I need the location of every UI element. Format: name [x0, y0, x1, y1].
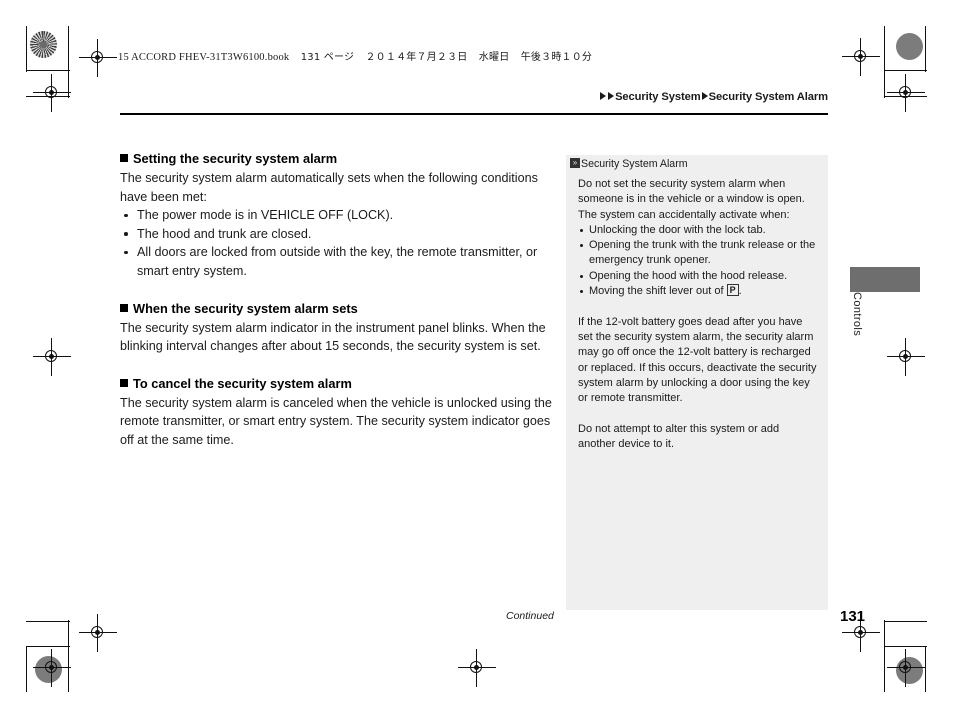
side-note-paragraph-alter: Do not attempt to alter this system or a… — [578, 422, 780, 451]
side-note-bullet-list: Unlocking the door with the lock tab. Op… — [578, 223, 818, 299]
section-alarm-sets: When the security system alarm sets The … — [120, 300, 552, 356]
crop-line-tr-h-outer — [884, 70, 927, 72]
crosshair-mark-bottom-left-outer — [79, 614, 117, 652]
crosshair-mark-top-right-inner — [842, 38, 880, 76]
crosshair-mark-top-left-outer — [33, 74, 71, 112]
triangle-right-icon — [600, 92, 607, 100]
section-paragraph: The security system alarm automatically … — [120, 171, 538, 204]
section-paragraph: The security system alarm is canceled wh… — [120, 395, 552, 447]
print-time: 午後３時１０分 — [520, 52, 593, 63]
header-divider-rule — [120, 113, 828, 116]
side-note-panel-title: » Security System Alarm — [570, 158, 688, 170]
shift-text-prefix: Moving the shift lever out of — [589, 285, 724, 298]
crop-line-tr-h-inner — [884, 96, 927, 98]
crop-line-tl-h-outer — [26, 70, 70, 72]
registration-circle-hatched-top-left — [30, 31, 57, 58]
square-bullet-icon — [120, 378, 128, 387]
crop-line-tr-v-outer — [925, 26, 927, 72]
section-heading: To cancel the security system alarm — [120, 375, 552, 393]
crop-line-tr-v-inner — [884, 26, 886, 98]
crosshair-mark-bottom-left-inner — [33, 649, 71, 687]
crop-line-tl-h-inner — [26, 96, 70, 98]
crosshair-mark-left-middle — [33, 338, 71, 376]
print-page-marker: 131 ページ — [300, 52, 355, 63]
crop-line-br-h-inner — [884, 621, 927, 623]
section-bullet-list: The power mode is in VEHICLE OFF (LOCK).… — [120, 206, 552, 280]
section-heading: Setting the security system alarm — [120, 150, 552, 168]
page-number: 131 — [840, 608, 866, 625]
side-note-paragraph-battery: If the 12-volt battery goes dead after y… — [578, 315, 817, 405]
side-note-intro: Do not set the security system alarm whe… — [578, 178, 805, 221]
park-position-icon: P — [726, 284, 739, 297]
chapter-thumb-tab-block — [850, 267, 920, 292]
section-heading-text: Setting the security system alarm — [133, 151, 338, 166]
shift-text-suffix: . — [738, 285, 742, 298]
breadcrumb: Security System Security System Alarm — [599, 91, 828, 103]
breadcrumb-level-1: Security System — [615, 91, 701, 103]
crosshair-mark-top-right-outer — [887, 74, 925, 112]
crop-line-bl-v-outer — [26, 646, 28, 692]
section-setting-alarm: Setting the security system alarm The se… — [120, 150, 552, 281]
crosshair-mark-bottom-center — [458, 649, 496, 687]
list-item: All doors are locked from outside with t… — [120, 243, 552, 280]
list-item-shift-lever: Moving the shift lever out of P. — [578, 284, 818, 299]
square-bullet-icon — [120, 303, 128, 312]
section-heading-text: To cancel the security system alarm — [133, 375, 352, 391]
chevron-double-right-icon: » — [570, 158, 580, 168]
section-heading-text: When the security system alarm sets — [133, 300, 358, 316]
side-note-panel-body: Do not set the security system alarm whe… — [578, 177, 818, 452]
side-note-panel-title-text: Security System Alarm — [581, 158, 688, 170]
crosshair-mark-bottom-right-inner — [887, 649, 925, 687]
section-paragraph: The security system alarm indicator in t… — [120, 320, 546, 354]
section-cancel-alarm: To cancel the security system alarm The … — [120, 375, 552, 450]
breadcrumb-level-2: Security System Alarm — [708, 91, 828, 103]
list-item: The power mode is in VEHICLE OFF (LOCK). — [120, 206, 552, 225]
crosshair-mark-top-left-inner — [79, 39, 117, 77]
list-item: The hood and trunk are closed. — [120, 225, 552, 244]
chapter-thumb-tab-label: Controls — [851, 292, 863, 337]
crop-line-bl-h-inner — [26, 621, 70, 623]
crosshair-mark-right-middle — [887, 338, 925, 376]
triangle-right-icon — [608, 92, 615, 100]
crop-line-bl-h-outer — [26, 646, 70, 648]
crop-line-br-v-inner — [884, 620, 886, 692]
square-bullet-icon — [120, 154, 128, 162]
section-heading: When the security system alarm sets — [120, 300, 552, 318]
print-file-header: 15 ACCORD FHEV-31T3W6100.book 131 ページ ２０… — [118, 48, 592, 63]
crop-line-br-h-outer — [884, 646, 927, 648]
print-weekday: 水曜日 — [478, 52, 510, 63]
crop-line-tl-v-outer — [26, 26, 28, 72]
list-item: Opening the hood with the hood release. — [578, 269, 818, 284]
crop-line-br-v-outer — [925, 646, 927, 692]
side-note-panel: » Security System Alarm Do not set the se… — [566, 155, 828, 610]
triangle-right-icon — [701, 92, 708, 100]
list-item: Opening the trunk with the trunk release… — [578, 238, 818, 269]
print-date: ２０１４年７月２３日 — [365, 52, 468, 63]
continued-label: Continued — [506, 610, 554, 622]
print-file-name: 15 ACCORD FHEV-31T3W6100.book — [118, 52, 290, 63]
crop-line-tl-stub — [68, 26, 70, 40]
crop-line-bl-v-inner — [68, 620, 70, 692]
list-item: Unlocking the door with the lock tab. — [578, 223, 818, 238]
main-content-column: Setting the security system alarm The se… — [120, 150, 552, 450]
registration-circle-solid-top-right — [896, 33, 923, 60]
